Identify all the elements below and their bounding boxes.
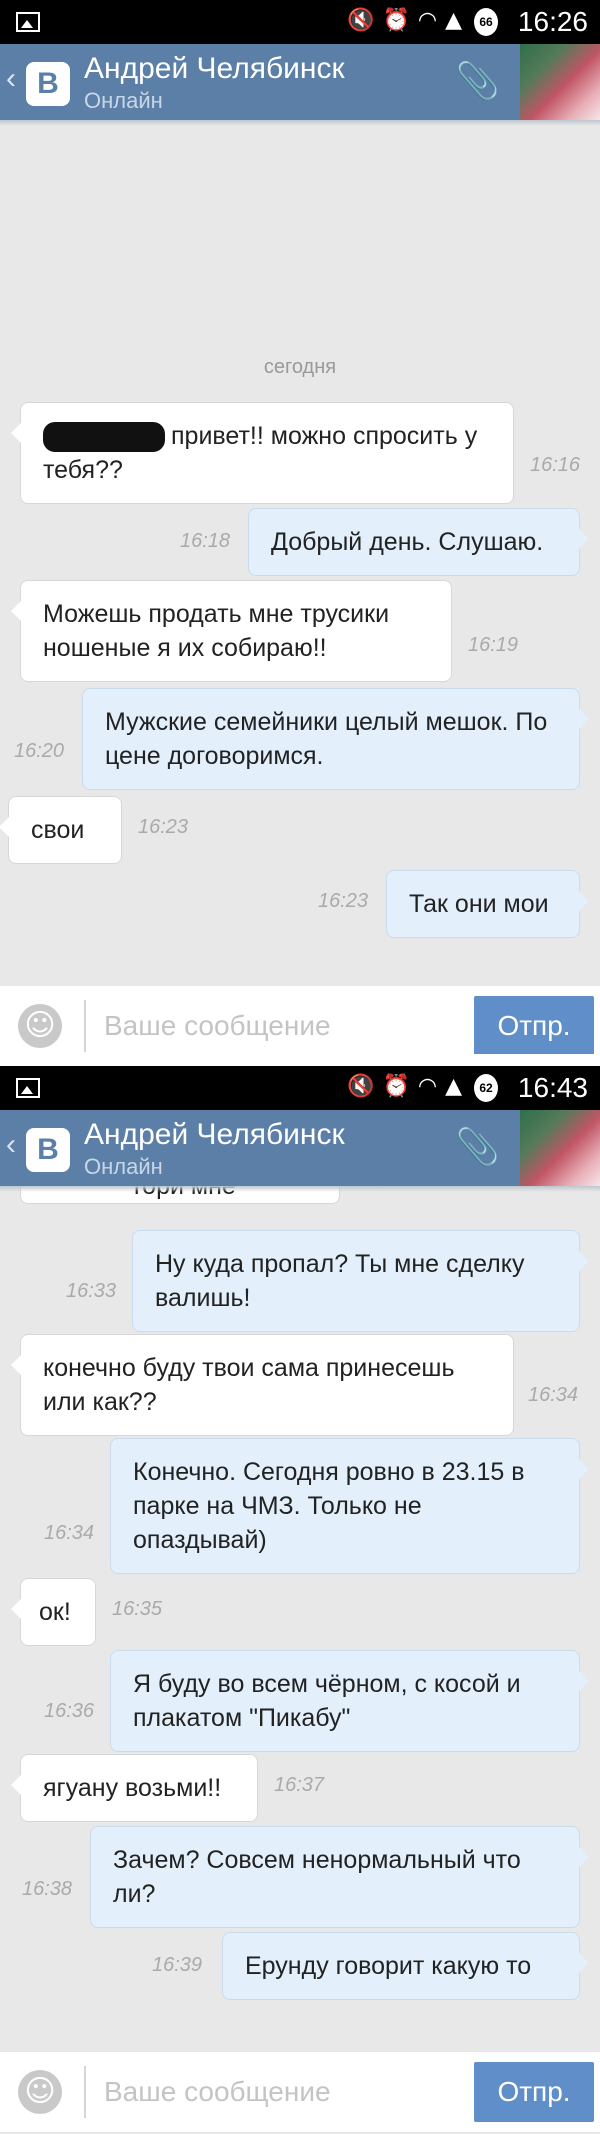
message-bubble-outgoing[interactable]: Ерунду говорит какую то	[222, 1932, 589, 2000]
message-text: свои	[31, 816, 85, 844]
message-bubble-incoming[interactable]: ягуану возьми!!	[11, 1754, 258, 1822]
battery-icon: 62	[474, 1074, 498, 1102]
message-time: 16:37	[274, 1774, 325, 1796]
censored-name	[43, 422, 165, 453]
attach-icon[interactable]: 📎	[455, 1126, 500, 1168]
message-bubble-outgoing[interactable]: Я буду во всем чёрном, с косой и плакато…	[110, 1650, 589, 1752]
message-text: ягуану возьми!!	[43, 1774, 222, 1802]
message-input[interactable]	[104, 2072, 454, 2112]
composer: ☺ Отпр.	[0, 2052, 600, 2132]
message-time: 16:39	[152, 1954, 203, 1976]
composer-divider	[84, 1000, 86, 1052]
message-time: 16:20	[14, 740, 65, 762]
battery-icon: 66	[474, 8, 498, 36]
send-button[interactable]: Отпр.	[474, 2062, 594, 2122]
gallery-icon	[16, 1078, 40, 1098]
composer: ☺ Отпр.	[0, 986, 600, 1054]
message-text: Конечно. Сегодня ровно в 23.15 в парке н…	[133, 1458, 525, 1554]
avatar[interactable]	[520, 1110, 600, 1186]
message-time: 16:19	[468, 634, 519, 656]
header-shadow	[0, 1186, 600, 1192]
avatar[interactable]	[520, 44, 600, 120]
message-bubble-incoming[interactable]: ок!	[11, 1578, 96, 1646]
smile-icon[interactable]: ☺	[18, 1004, 62, 1048]
message-text: Мужские семейники целый мешок. По цене д…	[105, 708, 548, 770]
back-icon[interactable]: ‹	[6, 1128, 16, 1162]
contact-name[interactable]: Андрей Челябинск	[84, 1118, 345, 1152]
contact-name[interactable]: Андрей Челябинск	[84, 52, 345, 86]
message-text: ок!	[39, 1598, 71, 1626]
message-bubble-incoming[interactable]: свои	[0, 796, 122, 864]
message-input[interactable]	[104, 1006, 454, 1046]
status-bar: 🔇⏰◠▲ 66 16:26	[0, 0, 600, 44]
status-clock: 16:26	[517, 6, 588, 37]
message-bubble-outgoing[interactable]: Зачем? Совсем ненормальный что ли?	[90, 1826, 589, 1928]
contact-status: Онлайн	[84, 88, 163, 113]
message-time: 16:16	[530, 454, 581, 476]
message-bubble-incoming[interactable]: привет!! можно спросить у тебя??	[11, 402, 514, 504]
message-time: 16:18	[180, 530, 231, 552]
message-bubble-outgoing[interactable]: Мужские семейники целый мешок. По цене д…	[82, 688, 589, 790]
chat-header: ‹ B Андрей Челябинск Онлайн 📎	[0, 44, 600, 126]
message-text: Зачем? Совсем ненормальный что ли?	[113, 1846, 521, 1908]
message-text: Я буду во всем чёрном, с косой и плакато…	[133, 1670, 521, 1732]
message-bubble-outgoing[interactable]: Добрый день. Слушаю.	[248, 508, 589, 576]
vk-logo-icon[interactable]: B	[26, 62, 70, 106]
message-text: Ерунду говорит какую то	[245, 1952, 532, 1980]
message-time: 16:34	[528, 1384, 579, 1406]
message-bubble-incoming[interactable]: Можешь продать мне трусики ношеные я их …	[11, 580, 452, 682]
message-time: 16:38	[22, 1878, 73, 1900]
vk-logo-icon[interactable]: B	[26, 1128, 70, 1172]
status-icons: 🔇⏰◠▲	[347, 8, 470, 33]
message-time: 16:23	[318, 890, 369, 912]
message-text: Добрый день. Слушаю.	[271, 528, 544, 556]
back-icon[interactable]: ‹	[6, 62, 16, 96]
date-divider: сегодня	[263, 356, 337, 378]
message-text: Так они мои	[409, 890, 549, 918]
message-text: Можешь продать мне трусики ношеные я их …	[43, 600, 390, 662]
message-time: 16:23	[138, 816, 189, 838]
message-text: Ну куда пропал? Ты мне сделку валишь!	[155, 1250, 525, 1312]
chat-screen-1: 🔇⏰◠▲ 66 16:26 ‹ B Андрей Челябинск Онлай…	[0, 0, 600, 1054]
attach-icon[interactable]: 📎	[455, 60, 500, 102]
contact-status: Онлайн	[84, 1154, 163, 1179]
message-time: 16:34	[44, 1522, 95, 1544]
header-shadow	[0, 120, 600, 126]
gallery-icon	[16, 12, 40, 32]
message-time: 16:36	[44, 1700, 95, 1722]
chat-header: ‹ B Андрей Челябинск Онлайн 📎	[0, 1110, 600, 1192]
smile-icon[interactable]: ☺	[18, 2070, 62, 2114]
status-clock: 16:43	[517, 1072, 588, 1103]
message-bubble-incoming[interactable]: конечно буду твои сама принесешь или как…	[11, 1334, 514, 1436]
status-icons: 🔇⏰◠▲	[347, 1074, 470, 1099]
composer-divider	[84, 2066, 86, 2118]
message-bubble-outgoing[interactable]: Конечно. Сегодня ровно в 23.15 в парке н…	[110, 1438, 589, 1574]
chat-screen-2: 🔇⏰◠▲ 62 16:43 тори мне пирожки ‹ B Андре…	[0, 1066, 600, 2134]
status-bar: 🔇⏰◠▲ 62 16:43	[0, 1066, 600, 1110]
message-bubble-outgoing[interactable]: Так они мои	[386, 870, 589, 938]
message-time: 16:35	[112, 1598, 163, 1620]
message-text: конечно буду твои сама принесешь или как…	[43, 1354, 455, 1416]
message-bubble-outgoing[interactable]: Ну куда пропал? Ты мне сделку валишь!	[132, 1230, 589, 1332]
send-button[interactable]: Отпр.	[474, 996, 594, 1054]
message-time: 16:33	[66, 1280, 117, 1302]
